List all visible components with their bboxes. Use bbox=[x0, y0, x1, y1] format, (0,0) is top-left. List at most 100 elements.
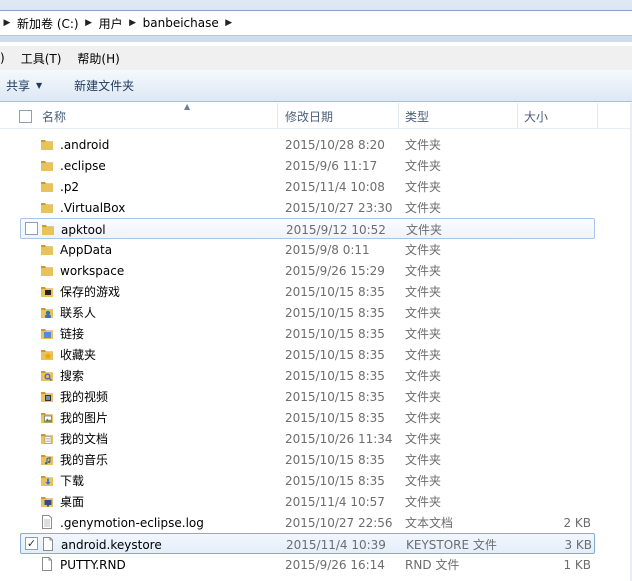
toolbar: 共享 ▼ 新建文件夹 bbox=[0, 70, 632, 102]
file-row[interactable]: ✓ android.keystore 2015/11/4 10:39 KEYSTORE… bbox=[20, 533, 595, 554]
file-date: 2015/10/27 23:30 bbox=[285, 200, 393, 215]
file-icon bbox=[41, 537, 55, 551]
file-type: 文件夹 bbox=[405, 474, 442, 488]
breadcrumb-item[interactable]: banbeichase bbox=[140, 11, 222, 35]
file-size bbox=[500, 365, 591, 386]
file-date: 2015/10/15 8:35 bbox=[285, 326, 385, 341]
file-name: workspace bbox=[60, 263, 125, 278]
column-size[interactable]: 大小 bbox=[518, 103, 598, 129]
file-name: 链接 bbox=[60, 327, 85, 341]
column-type[interactable]: 类型 bbox=[399, 103, 518, 129]
folder-icon bbox=[40, 242, 54, 256]
file-row[interactable]: AppData 2015/9/8 0:11 文件夹 bbox=[20, 239, 595, 260]
file-row[interactable]: .android 2015/10/28 8:20 文件夹 bbox=[20, 134, 595, 155]
breadcrumb-chevron-icon[interactable]: ▶ bbox=[126, 11, 140, 35]
file-date: 2015/11/4 10:39 bbox=[286, 537, 386, 552]
file-type: 文件夹 bbox=[405, 264, 442, 278]
file-row[interactable]: 我的视频 2015/10/15 8:35 文件夹 bbox=[20, 386, 595, 407]
share-button[interactable]: 共享 ▼ bbox=[0, 70, 50, 101]
file-row[interactable]: 搜索 2015/10/15 8:35 文件夹 bbox=[20, 365, 595, 386]
breadcrumb-item[interactable]: 用户 bbox=[96, 11, 126, 35]
file-type: RND 文件 bbox=[405, 558, 460, 572]
file-date: 2015/9/6 11:17 bbox=[285, 158, 378, 173]
file-date: 2015/9/26 16:14 bbox=[285, 557, 385, 572]
videos-folder-icon bbox=[40, 389, 54, 403]
checkmark-icon: ✓ bbox=[26, 537, 37, 550]
file-type: 文件夹 bbox=[405, 285, 442, 299]
file-type: 文件夹 bbox=[405, 327, 442, 341]
file-name: PUTTY.RND bbox=[60, 557, 126, 572]
file-type: 文件夹 bbox=[405, 159, 442, 173]
file-size bbox=[501, 219, 592, 240]
file-name: android.keystore bbox=[61, 537, 162, 552]
file-row[interactable]: .genymotion-eclipse.log 2015/10/27 22:56 文… bbox=[20, 512, 595, 533]
file-row[interactable]: workspace 2015/9/26 15:29 文件夹 bbox=[20, 260, 595, 281]
chevron-down-icon: ▼ bbox=[36, 81, 43, 90]
file-type: 文件夹 bbox=[405, 432, 442, 446]
file-row[interactable]: 链接 2015/10/15 8:35 文件夹 bbox=[20, 323, 595, 344]
file-name: AppData bbox=[60, 242, 113, 257]
file-icon bbox=[40, 557, 54, 571]
file-size bbox=[500, 407, 591, 428]
new-folder-button[interactable]: 新建文件夹 bbox=[66, 70, 142, 101]
file-date: 2015/10/27 22:56 bbox=[285, 515, 393, 530]
pictures-folder-icon bbox=[40, 410, 54, 424]
select-all-checkbox[interactable] bbox=[19, 110, 32, 123]
folder-icon bbox=[40, 200, 54, 214]
file-row[interactable]: 我的文档 2015/10/26 11:34 文件夹 bbox=[20, 428, 595, 449]
new-folder-label: 新建文件夹 bbox=[74, 79, 135, 93]
breadcrumb-chevron-icon[interactable]: ▶ bbox=[82, 11, 96, 35]
file-row[interactable]: 联系人 2015/10/15 8:35 文件夹 bbox=[20, 302, 595, 323]
folder-icon bbox=[40, 137, 54, 151]
folder-icon bbox=[40, 263, 54, 277]
breadcrumb-root-chevron-icon[interactable]: ▶ bbox=[0, 11, 14, 35]
file-type: 文件夹 bbox=[405, 243, 442, 257]
file-row[interactable]: .p2 2015/11/4 10:08 文件夹 bbox=[20, 176, 595, 197]
file-row[interactable]: 保存的游戏 2015/10/15 8:35 文件夹 bbox=[20, 281, 595, 302]
file-row[interactable]: .VirtualBox 2015/10/27 23:30 文件夹 bbox=[20, 197, 595, 218]
menu-help[interactable]: 帮助(H) bbox=[69, 50, 127, 67]
file-date: 2015/10/15 8:35 bbox=[285, 389, 385, 404]
file-row[interactable]: PUTTY.RND 2015/9/26 16:14 RND 文件 1 KB bbox=[20, 554, 595, 575]
file-type: 文件夹 bbox=[405, 390, 442, 404]
file-row[interactable]: 下载 2015/10/15 8:35 文件夹 bbox=[20, 470, 595, 491]
file-type: 文件夹 bbox=[405, 201, 442, 215]
menu-bar: ) 工具(T) 帮助(H) bbox=[0, 46, 632, 70]
file-row[interactable]: 桌面 2015/11/4 10:57 文件夹 bbox=[20, 491, 595, 512]
file-type: 文件夹 bbox=[405, 495, 442, 509]
menu-view-partial[interactable]: ) bbox=[0, 51, 13, 65]
column-size-label: 大小 bbox=[524, 109, 549, 124]
file-date: 2015/10/28 8:20 bbox=[285, 137, 385, 152]
file-row[interactable]: 我的音乐 2015/10/15 8:35 文件夹 bbox=[20, 449, 595, 470]
breadcrumb-chevron-icon[interactable]: ▶ bbox=[222, 11, 236, 35]
text-file-icon bbox=[40, 515, 54, 529]
file-size bbox=[500, 134, 591, 155]
file-type: 文件夹 bbox=[405, 348, 442, 362]
file-name: 我的视频 bbox=[60, 390, 109, 404]
file-row[interactable]: apktool 2015/9/12 10:52 文件夹 bbox=[20, 218, 595, 239]
file-size bbox=[500, 323, 591, 344]
links-folder-icon bbox=[40, 326, 54, 340]
file-size bbox=[500, 344, 591, 365]
address-bar: ▶ 新加卷 (C:) ▶ 用户 ▶ banbeichase ▶ bbox=[0, 0, 632, 42]
row-checkbox[interactable] bbox=[25, 222, 38, 235]
folder-icon bbox=[40, 179, 54, 193]
file-name: .genymotion-eclipse.log bbox=[60, 515, 204, 530]
breadcrumb-item[interactable]: 新加卷 (C:) bbox=[14, 11, 82, 35]
folder-icon bbox=[41, 222, 55, 236]
file-name: 收藏夹 bbox=[60, 348, 97, 362]
column-date[interactable]: 修改日期 bbox=[279, 103, 399, 129]
file-name: 我的图片 bbox=[60, 411, 109, 425]
row-checkbox-checked[interactable]: ✓ bbox=[25, 537, 38, 550]
file-size bbox=[500, 239, 591, 260]
file-name: .p2 bbox=[60, 179, 80, 194]
breadcrumb[interactable]: ▶ 新加卷 (C:) ▶ 用户 ▶ banbeichase ▶ bbox=[0, 10, 632, 36]
file-row[interactable]: 我的图片 2015/10/15 8:35 文件夹 bbox=[20, 407, 595, 428]
file-date: 2015/10/15 8:35 bbox=[285, 368, 385, 383]
file-row[interactable]: 收藏夹 2015/10/15 8:35 文件夹 bbox=[20, 344, 595, 365]
column-date-label: 修改日期 bbox=[285, 109, 334, 124]
file-row[interactable]: .eclipse 2015/9/6 11:17 文件夹 bbox=[20, 155, 595, 176]
column-name[interactable]: 名称 ▲ bbox=[40, 102, 278, 129]
file-size bbox=[500, 428, 591, 449]
menu-tools[interactable]: 工具(T) bbox=[13, 50, 70, 67]
